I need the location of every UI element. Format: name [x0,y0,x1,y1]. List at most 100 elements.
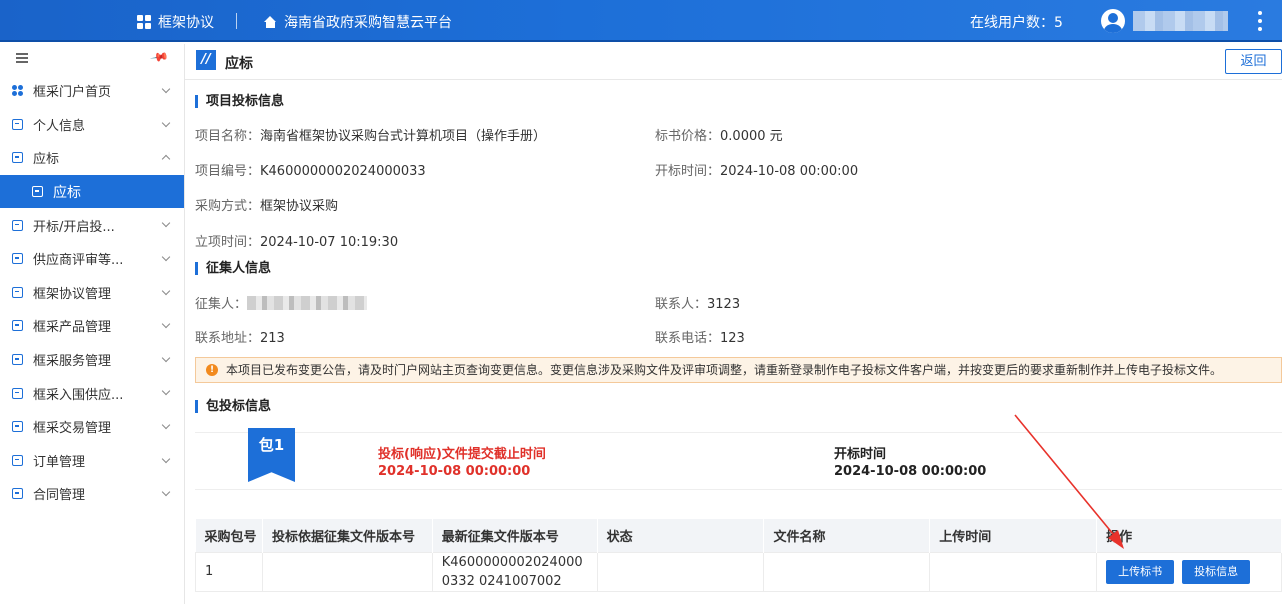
online-users: 在线用户数：5 [970,15,1063,31]
sidebar-item-product-mgmt[interactable]: 框采产品管理 [0,309,184,343]
package-open-time: 2024-10-08 00:00:00 [834,464,987,479]
col-header-pkg: 采购包号 [195,519,263,552]
page-tag-icon: // [196,50,216,70]
more-vertical-icon[interactable] [1257,11,1263,31]
open-time-field: 开标时间：2024-10-08 00:00:00 [655,164,859,179]
sidebar-item-label: 框采交易管理 [33,421,112,437]
username-redacted[interactable] [1133,11,1228,31]
topbar-divider [236,13,237,29]
sidebar-tools: 📌 [0,44,184,74]
method-value: 框架协议采购 [260,199,339,214]
collector-redacted [247,296,368,310]
project-name: 海南省框架协议采购台式计算机项目（操作手册） [260,129,547,144]
address-value: 213 [260,331,285,346]
app-name: 框架协议 [158,15,214,31]
cell-upload-time [929,551,1098,592]
chevron-down-icon [161,420,171,430]
phone-field: 联系电话：123 [655,331,745,346]
sidebar-item-label: 个人信息 [33,118,86,134]
open-time-block: 开标时间 2024-10-08 00:00:00 [834,446,986,480]
back-button[interactable]: 返回 [1225,49,1282,74]
app-brand[interactable]: 框架协议 [137,12,214,32]
page-title: 应标 [225,56,253,72]
chevron-down-icon [161,387,171,396]
price-field: 标书价格：0.0000 元 [655,129,783,144]
sidebar-item-label: 合同管理 [33,488,86,504]
contact-value: 3123 [707,297,741,312]
sidebar-item-bid-group[interactable]: 应标 [0,141,184,175]
chevron-down-icon [161,487,171,497]
hamburger-menu-icon[interactable] [16,53,28,63]
sidebar-item-label: 框采服务管理 [33,354,112,370]
trade-icon [12,421,23,433]
setup-time-field: 立项时间：2024-10-07 10:19:30 [195,235,399,250]
address-field: 联系地址：213 [195,331,285,346]
sidebar-item-supplier-shortlist[interactable]: 框采入围供应... [0,376,184,410]
warning-icon: ! [206,364,218,376]
pin-icon[interactable]: 📌 [149,47,169,67]
price-value: 0.0000 元 [720,129,783,144]
page-header: // 应标 返回 [185,44,1282,80]
package-table: 采购包号 投标依据征集文件版本号 最新征集文件版本号 状态 文件名称 上传时间 … [195,519,1282,592]
table-row: 1 K46000000020240000332 0241007002 上传标书投… [195,551,1282,592]
project-section-title: 项目投标信息 [195,95,284,108]
phone-value: 123 [720,331,745,346]
project-code: K4600000002024000033 [260,164,426,179]
bid-info-button[interactable]: 投标信息 [1182,559,1251,584]
table-header-row: 采购包号 投标依据征集文件版本号 最新征集文件版本号 状态 文件名称 上传时间 … [195,519,1282,552]
sidebar-item-label: 应标 [53,184,81,201]
top-bar: 框架协议 海南省政府采购智慧云平台 在线用户数：5 [0,0,1282,42]
sidebar-item-label: 框采门户首页 [33,85,112,101]
chevron-down-icon [161,84,171,94]
chevron-down-icon [161,319,171,329]
method-field: 采购方式：框架协议采购 [195,199,339,214]
chevron-down-icon [161,454,171,463]
cell-latest-version: K46000000020240000332 0241007002 [431,551,598,592]
agreement-icon [12,286,23,298]
supplier-icon [12,387,23,399]
sidebar-item-agreement-mgmt[interactable]: 框架协议管理 [0,276,184,310]
sidebar-item-personal-info[interactable]: 个人信息 [0,108,184,142]
sidebar-item-label: 框采产品管理 [33,320,112,336]
service-icon [12,354,23,366]
sidebar-item-order-mgmt[interactable]: 订单管理 [0,444,184,478]
sidebar-item-label: 应标 [33,152,60,168]
chevron-down-icon [161,353,171,362]
col-header-actions: 操作 [1096,519,1282,552]
sidebar-item-bid-opening[interactable]: 开标/开启投... [0,208,184,242]
upload-bid-button[interactable]: 上传标书 [1106,559,1175,584]
sidebar-item-trade-mgmt[interactable]: 框采交易管理 [0,410,184,444]
cell-file-name [763,551,931,592]
sidebar-item-service-mgmt[interactable]: 框采服务管理 [0,343,184,377]
cell-status [596,551,765,592]
avatar[interactable] [1101,9,1125,33]
sidebar-item-label: 框架协议管理 [33,286,112,302]
contact-field: 联系人：3123 [655,297,741,312]
project-name-field: 项目名称：海南省框架协议采购台式计算机项目（操作手册） [195,129,547,144]
review-icon [12,253,23,265]
sidebar-item-contract-mgmt[interactable]: 合同管理 [0,477,184,511]
notice-text: 本项目已发布变更公告，请及时门户网站主页查询变更信息。变更信息涉及采购文件及评审… [226,363,1223,377]
collector-section-title: 征集人信息 [195,262,271,275]
open-bid-icon [12,219,23,231]
chevron-down-icon [161,286,171,295]
chevron-up-icon [161,154,171,164]
project-code-field: 项目编号：K4600000002024000033 [195,164,426,179]
sidebar: 📌 框采门户首页 个人信息 应标 应标 开标/开启投... 供应商评审等... … [0,44,185,604]
chevron-down-icon [161,252,171,262]
chevron-down-icon [161,219,171,228]
sidebar-item-supplier-review[interactable]: 供应商评审等... [0,242,184,276]
contract-icon [12,488,23,500]
bid-icon [32,186,43,198]
cell-basis-version [261,551,433,592]
package-section-title: 包投标信息 [195,400,271,413]
change-notice-banner: ! 本项目已发布变更公告，请及时门户网站主页查询变更信息。变更信息涉及采购文件及… [195,357,1282,383]
apps-grid-icon [137,15,151,29]
col-header-latest-version: 最新征集文件版本号 [432,519,598,552]
sidebar-item-label: 开标/开启投... [33,219,115,235]
platform-link[interactable]: 海南省政府采购智慧云平台 [264,12,452,32]
cell-actions: 上传标书 投标信息 [1096,551,1282,592]
sidebar-item-bid[interactable]: 应标 [0,174,184,209]
sidebar-item-portal-home[interactable]: 框采门户首页 [0,74,184,108]
profile-icon [12,118,23,130]
